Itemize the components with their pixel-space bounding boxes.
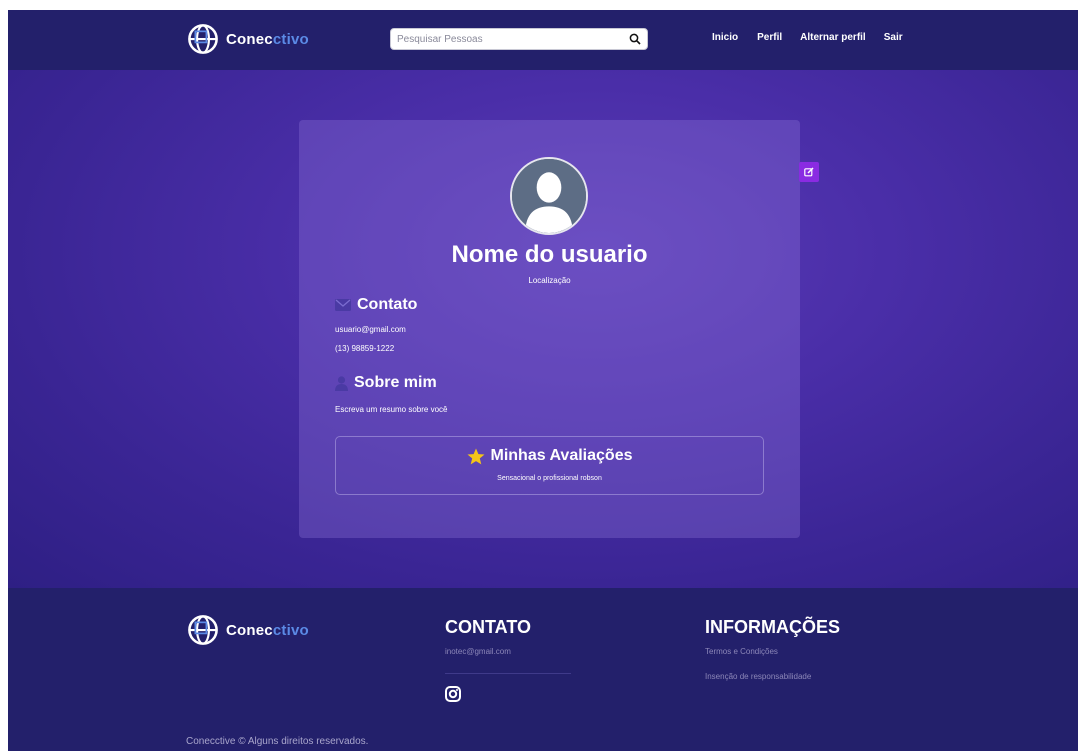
brand-logo[interactable]: Conecctivo (186, 22, 309, 56)
profile-card: Nome do usuario Localização Contato usua… (299, 120, 800, 538)
user-name: Nome do usuario (451, 241, 648, 268)
footer-info-heading: INFORMAÇÕES (705, 617, 840, 637)
footer-brand-name: Conecctivo (226, 621, 309, 639)
about-section-title: Sobre mim (335, 374, 437, 392)
contact-phone: (13) 98859-1222 (335, 344, 395, 353)
globe-logo-icon (188, 615, 218, 645)
nav-links: Inicio Perfil Alternar perfil Sair (712, 32, 903, 43)
footer-divider (445, 673, 571, 674)
reviews-title: Minhas Avaliações (336, 447, 763, 465)
reviews-box: Minhas Avaliações Sensacional o profissi… (335, 436, 764, 495)
footer-terms-link[interactable]: Termos e Condições (705, 647, 778, 656)
about-text: Escreva um resumo sobre você (335, 405, 448, 414)
user-icon (335, 375, 348, 391)
main-content: Nome do usuario Localização Contato usua… (8, 70, 1078, 588)
reviews-title-label: Minhas Avaliações (490, 447, 633, 464)
review-text: Sensacional o profissional robson (497, 475, 602, 482)
contact-title-label: Contato (357, 296, 418, 313)
brand-name: Conecctivo (226, 30, 309, 48)
footer-contact-email[interactable]: inotec@gmail.com (445, 647, 511, 656)
search-bar (390, 28, 648, 50)
footer-contact-heading: CONTATO (445, 617, 531, 637)
footer-brand-logo[interactable]: Conecctivo (186, 613, 309, 647)
footer: Conecctivo CONTATO inotec@gmail.com INFO… (8, 588, 1078, 751)
page-frame: Conecctivo Inicio Perfil Alternar perfil… (8, 10, 1078, 751)
contact-email: usuario@gmail.com (335, 325, 406, 334)
navbar: Conecctivo Inicio Perfil Alternar perfil… (8, 10, 1078, 70)
copyright-text: Conecctive © Alguns direitos reservados. (186, 736, 369, 747)
envelope-icon (335, 299, 351, 311)
nav-link-perfil[interactable]: Perfil (757, 32, 782, 43)
nav-link-sair[interactable]: Sair (884, 32, 903, 43)
globe-logo-icon (188, 24, 218, 54)
nav-link-inicio[interactable]: Inicio (712, 32, 738, 43)
user-location: Localização (528, 276, 571, 285)
edit-profile-button[interactable] (799, 162, 819, 182)
search-input[interactable] (391, 29, 623, 49)
nav-link-alternar-perfil[interactable]: Alternar perfil (800, 32, 866, 43)
search-icon[interactable] (623, 29, 647, 49)
user-silhouette-icon (512, 159, 586, 233)
footer-disclaimer-link[interactable]: Insenção de responsabilidade (705, 672, 811, 681)
instagram-icon[interactable] (445, 686, 461, 702)
edit-icon (804, 167, 814, 177)
about-title-label: Sobre mim (354, 374, 437, 391)
star-icon (467, 448, 484, 464)
avatar (510, 157, 588, 235)
contact-section-title: Contato (335, 296, 417, 314)
